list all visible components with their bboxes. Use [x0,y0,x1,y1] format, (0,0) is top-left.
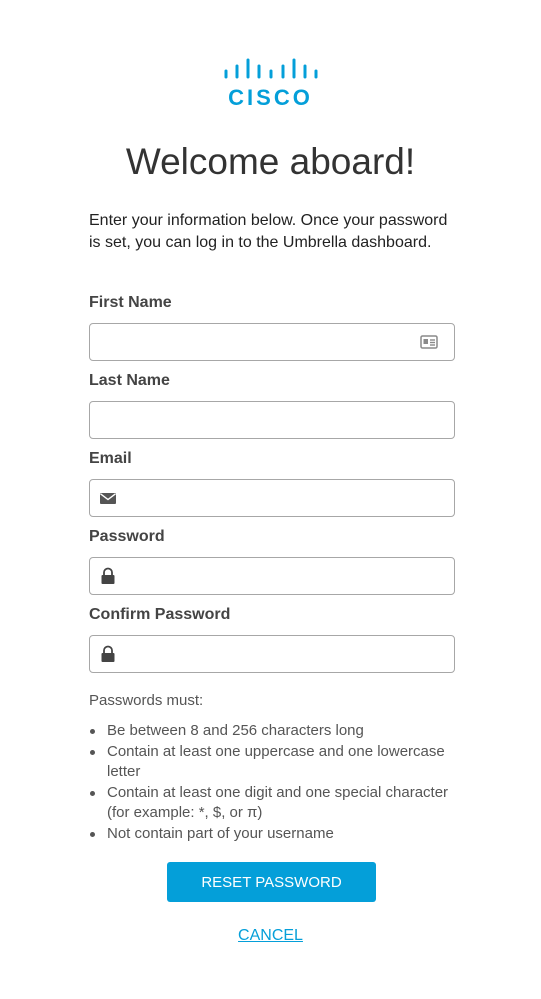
first-name-label: First Name [89,294,172,311]
password-field-wrapper [89,557,455,595]
first-name-field-wrapper [89,323,455,361]
cisco-logo: CISCO [0,58,541,110]
password-input[interactable] [90,558,454,594]
password-rule: Be between 8 and 256 characters long [89,721,464,742]
cisco-bridge-icon [224,58,317,79]
reset-password-button[interactable]: RESET PASSWORD [167,862,376,902]
intro-text: Enter your information below. Once your … [89,212,448,251]
last-name-field-wrapper [89,401,455,439]
email-field-wrapper [89,479,455,517]
password-rule: Not contain part of your username [89,824,464,845]
password-label: Password [89,528,165,545]
email-label: Email [89,450,132,467]
password-rule: Contain at least one digit and one speci… [89,783,464,824]
password-rule: Contain at least one uppercase and one l… [89,742,464,783]
first-name-input[interactable] [90,324,454,360]
email-input[interactable] [90,480,454,516]
lock-icon [101,567,115,584]
logo-wordmark: CISCO [228,85,313,110]
envelope-icon [100,493,116,504]
password-rules-title: Passwords must: [89,692,204,709]
last-name-input[interactable] [90,402,454,438]
cancel-link[interactable]: CANCEL [0,926,541,946]
confirm-password-field-wrapper [89,635,455,673]
confirm-password-input[interactable] [90,636,454,672]
confirm-password-label: Confirm Password [89,606,231,623]
last-name-label: Last Name [89,372,170,389]
contact-card-icon[interactable] [420,333,438,351]
password-rules-list: Be between 8 and 256 characters long Con… [89,721,464,844]
page-title: Welcome aboard! [125,141,416,182]
lock-icon [101,645,115,662]
